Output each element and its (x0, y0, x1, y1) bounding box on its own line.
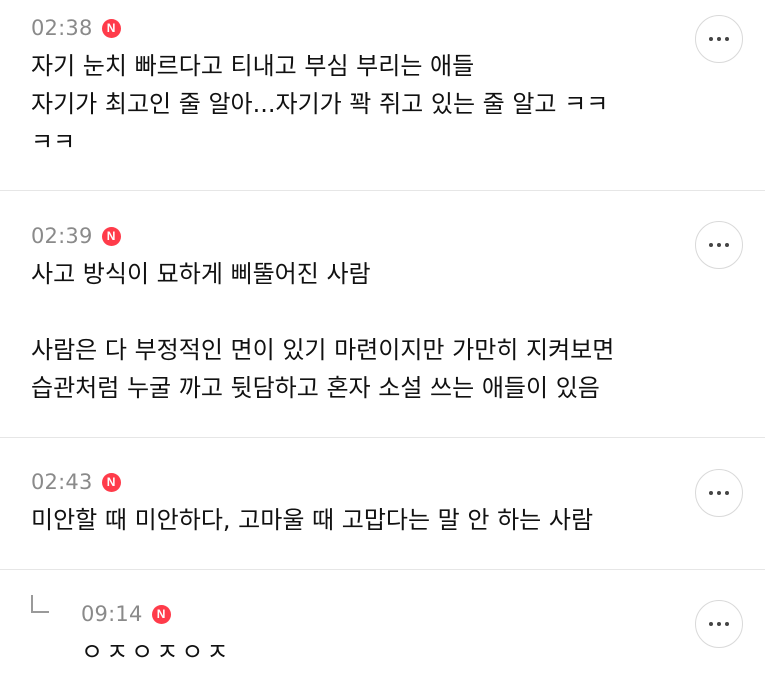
ellipsis-icon (709, 243, 729, 247)
comment-time: 02:43 (31, 470, 93, 494)
comment-item: 02:39 N 사고 방식이 묘하게 삐뚤어진 사람 사람은 다 부정적인 면이… (0, 191, 765, 438)
reply-text: ㅇㅈㅇㅈㅇㅈ (81, 638, 232, 666)
more-options-button[interactable] (695, 600, 743, 648)
new-badge: N (101, 472, 121, 492)
more-options-button[interactable] (695, 221, 743, 269)
new-badge: N (101, 226, 121, 246)
reply-time: 09:14 (81, 602, 143, 626)
reply-item: 09:14 N ㅇㅈㅇㅈㅇㅈ (0, 570, 765, 693)
comment-meta: 02:38 N (31, 13, 765, 43)
comment-time: 02:38 (31, 16, 93, 40)
comment-time: 02:39 (31, 224, 93, 248)
reply-meta: 09:14 N (81, 599, 765, 629)
more-options-button[interactable] (695, 469, 743, 517)
comment-text: 미안할 때 미안하다, 고마울 때 고맙다는 말 안 하는 사람 (31, 506, 594, 534)
more-options-button[interactable] (695, 15, 743, 63)
comment-text: 사고 방식이 묘하게 삐뚤어진 사람 사람은 다 부정적인 면이 있기 마련이지… (31, 260, 615, 402)
comment-text: 자기 눈치 빠르다고 티내고 부심 부리는 애들 자기가 최고인 줄 알아...… (31, 52, 609, 156)
new-badge: N (151, 604, 171, 624)
comment-meta: 02:39 N (31, 221, 765, 251)
comment-item: 02:43 N 미안할 때 미안하다, 고마울 때 고맙다는 말 안 하는 사람 (0, 438, 765, 570)
ellipsis-icon (709, 491, 729, 495)
new-badge: N (101, 18, 121, 38)
comment-item: 02:38 N 자기 눈치 빠르다고 티내고 부심 부리는 애들 자기가 최고인… (0, 0, 765, 191)
ellipsis-icon (709, 37, 729, 41)
comment-meta: 02:43 N (31, 467, 765, 497)
ellipsis-icon (709, 622, 729, 626)
